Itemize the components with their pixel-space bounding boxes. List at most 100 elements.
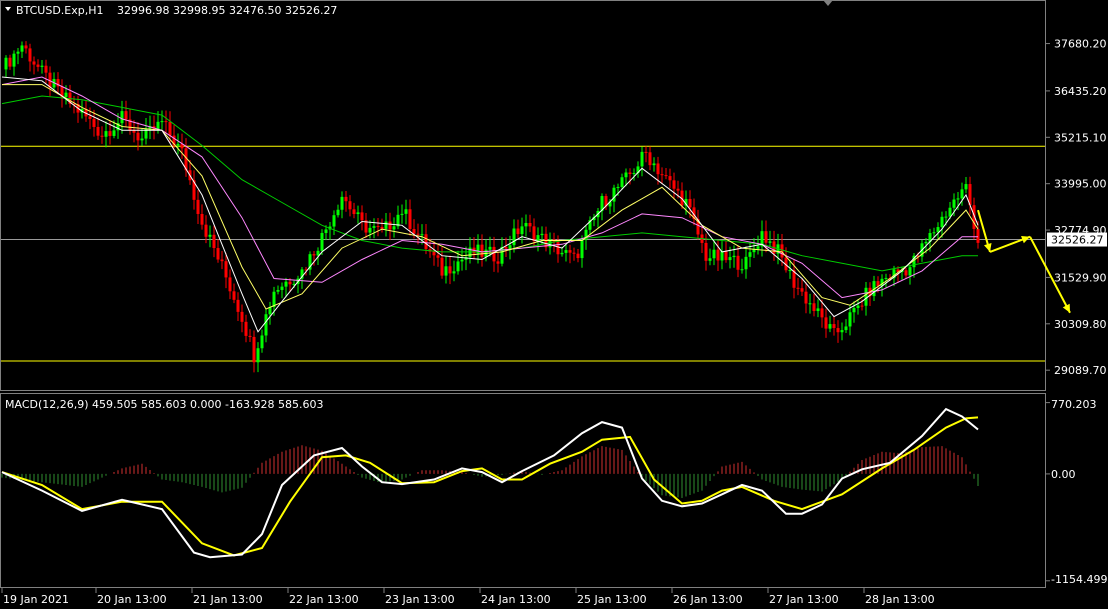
candle-body [976,228,980,243]
candle-body [508,245,512,249]
candle-body [252,336,256,363]
candle-body [940,216,944,228]
time-tick-label: 22 Jan 13:00 [289,593,359,606]
candle-body [612,187,616,202]
candle-body [796,287,800,289]
price-tick-label: 30309.80 [1054,318,1107,331]
candle-body [384,221,388,229]
candle-body [736,255,740,270]
candle-body [720,251,724,261]
candle-body [816,308,820,312]
candle-body [452,271,456,274]
candle-body [244,321,248,336]
candle-body [196,199,200,214]
candle-body [284,281,288,287]
candle-body [416,233,420,235]
candle-body [480,244,484,257]
candle-body [348,201,352,210]
candle-body [964,184,968,190]
time-tick-label: 26 Jan 13:00 [673,593,743,606]
candle-body [568,250,572,253]
candle-body [664,175,668,177]
candle-body [4,57,8,70]
candle-body [420,234,424,236]
candle-body [640,151,644,167]
candle-body [340,196,344,210]
candle-body [16,51,20,54]
candle-body [952,199,956,208]
time-tick-label: 20 Jan 13:00 [97,593,167,606]
symbol-label: BTCUSD.Exp,H1 [16,4,104,17]
candle-body [360,212,364,221]
candle-body [804,291,808,304]
candle-body [36,64,40,67]
candle-body [356,212,360,215]
candle-body [924,241,928,244]
candle-body [456,261,460,272]
candle-body [540,233,544,236]
candle-body [280,286,284,290]
candle-body [580,239,584,259]
candle-body [732,255,736,258]
candle-body [96,126,100,136]
price-tick-label: 33995.00 [1054,178,1107,191]
candle-body [944,216,948,218]
candle-body [788,270,792,272]
candle-body [392,226,396,230]
candle-body [556,241,560,255]
candle-body [572,252,576,254]
candle-body [840,330,844,333]
candle-body [676,188,680,191]
candle-body [628,172,632,175]
candle-body [648,152,652,166]
candle-body [164,121,168,123]
candle-body [40,65,44,67]
candle-body [104,131,108,137]
ohlc-readout: 32996.98 32998.95 32476.50 32526.27 [117,4,337,17]
candle-body [768,241,772,243]
candle-body [388,221,392,230]
candle-body [344,196,348,202]
candle-body [780,244,784,258]
candle-body [536,235,540,242]
candle-body [200,213,204,225]
candle-body [512,228,516,246]
candle-body [256,348,260,363]
candle-body [160,121,164,123]
candle-body [216,248,220,260]
candle-body [524,223,528,227]
candle-body [852,308,856,313]
candle-body [8,57,12,67]
candle-body [932,232,936,234]
candle-body [564,250,568,253]
candle-body [532,226,536,242]
candle-body [100,135,104,137]
candle-body [668,176,672,181]
candle-body [400,213,404,215]
candle-body [240,311,244,322]
candle-body [808,303,812,305]
price-tick-label: 35215.10 [1054,131,1107,144]
candle-body [124,111,128,120]
trading-chart[interactable]: 37680.2036435.2035215.1033995.0032774.90… [0,0,1108,609]
candle-body [288,281,292,285]
candle-body [248,335,252,337]
candle-body [120,111,124,124]
candle-body [28,48,32,62]
time-tick-label: 19 Jan 2021 [3,593,69,606]
candle-body [236,299,240,312]
macd-tick-label: 0.00 [1051,468,1076,481]
candle-body [884,277,888,279]
macd-tick-label: 770.203 [1051,398,1097,411]
candle-body [44,65,48,73]
candle-body [496,261,500,264]
candle-body [432,251,436,256]
candle-body [956,198,960,200]
candle-body [520,226,524,235]
candle-body [404,209,408,214]
candle-body [948,207,952,217]
candle-body [656,163,660,175]
candle-body [672,180,676,189]
candle-body [492,246,496,262]
candle-body [108,131,112,136]
